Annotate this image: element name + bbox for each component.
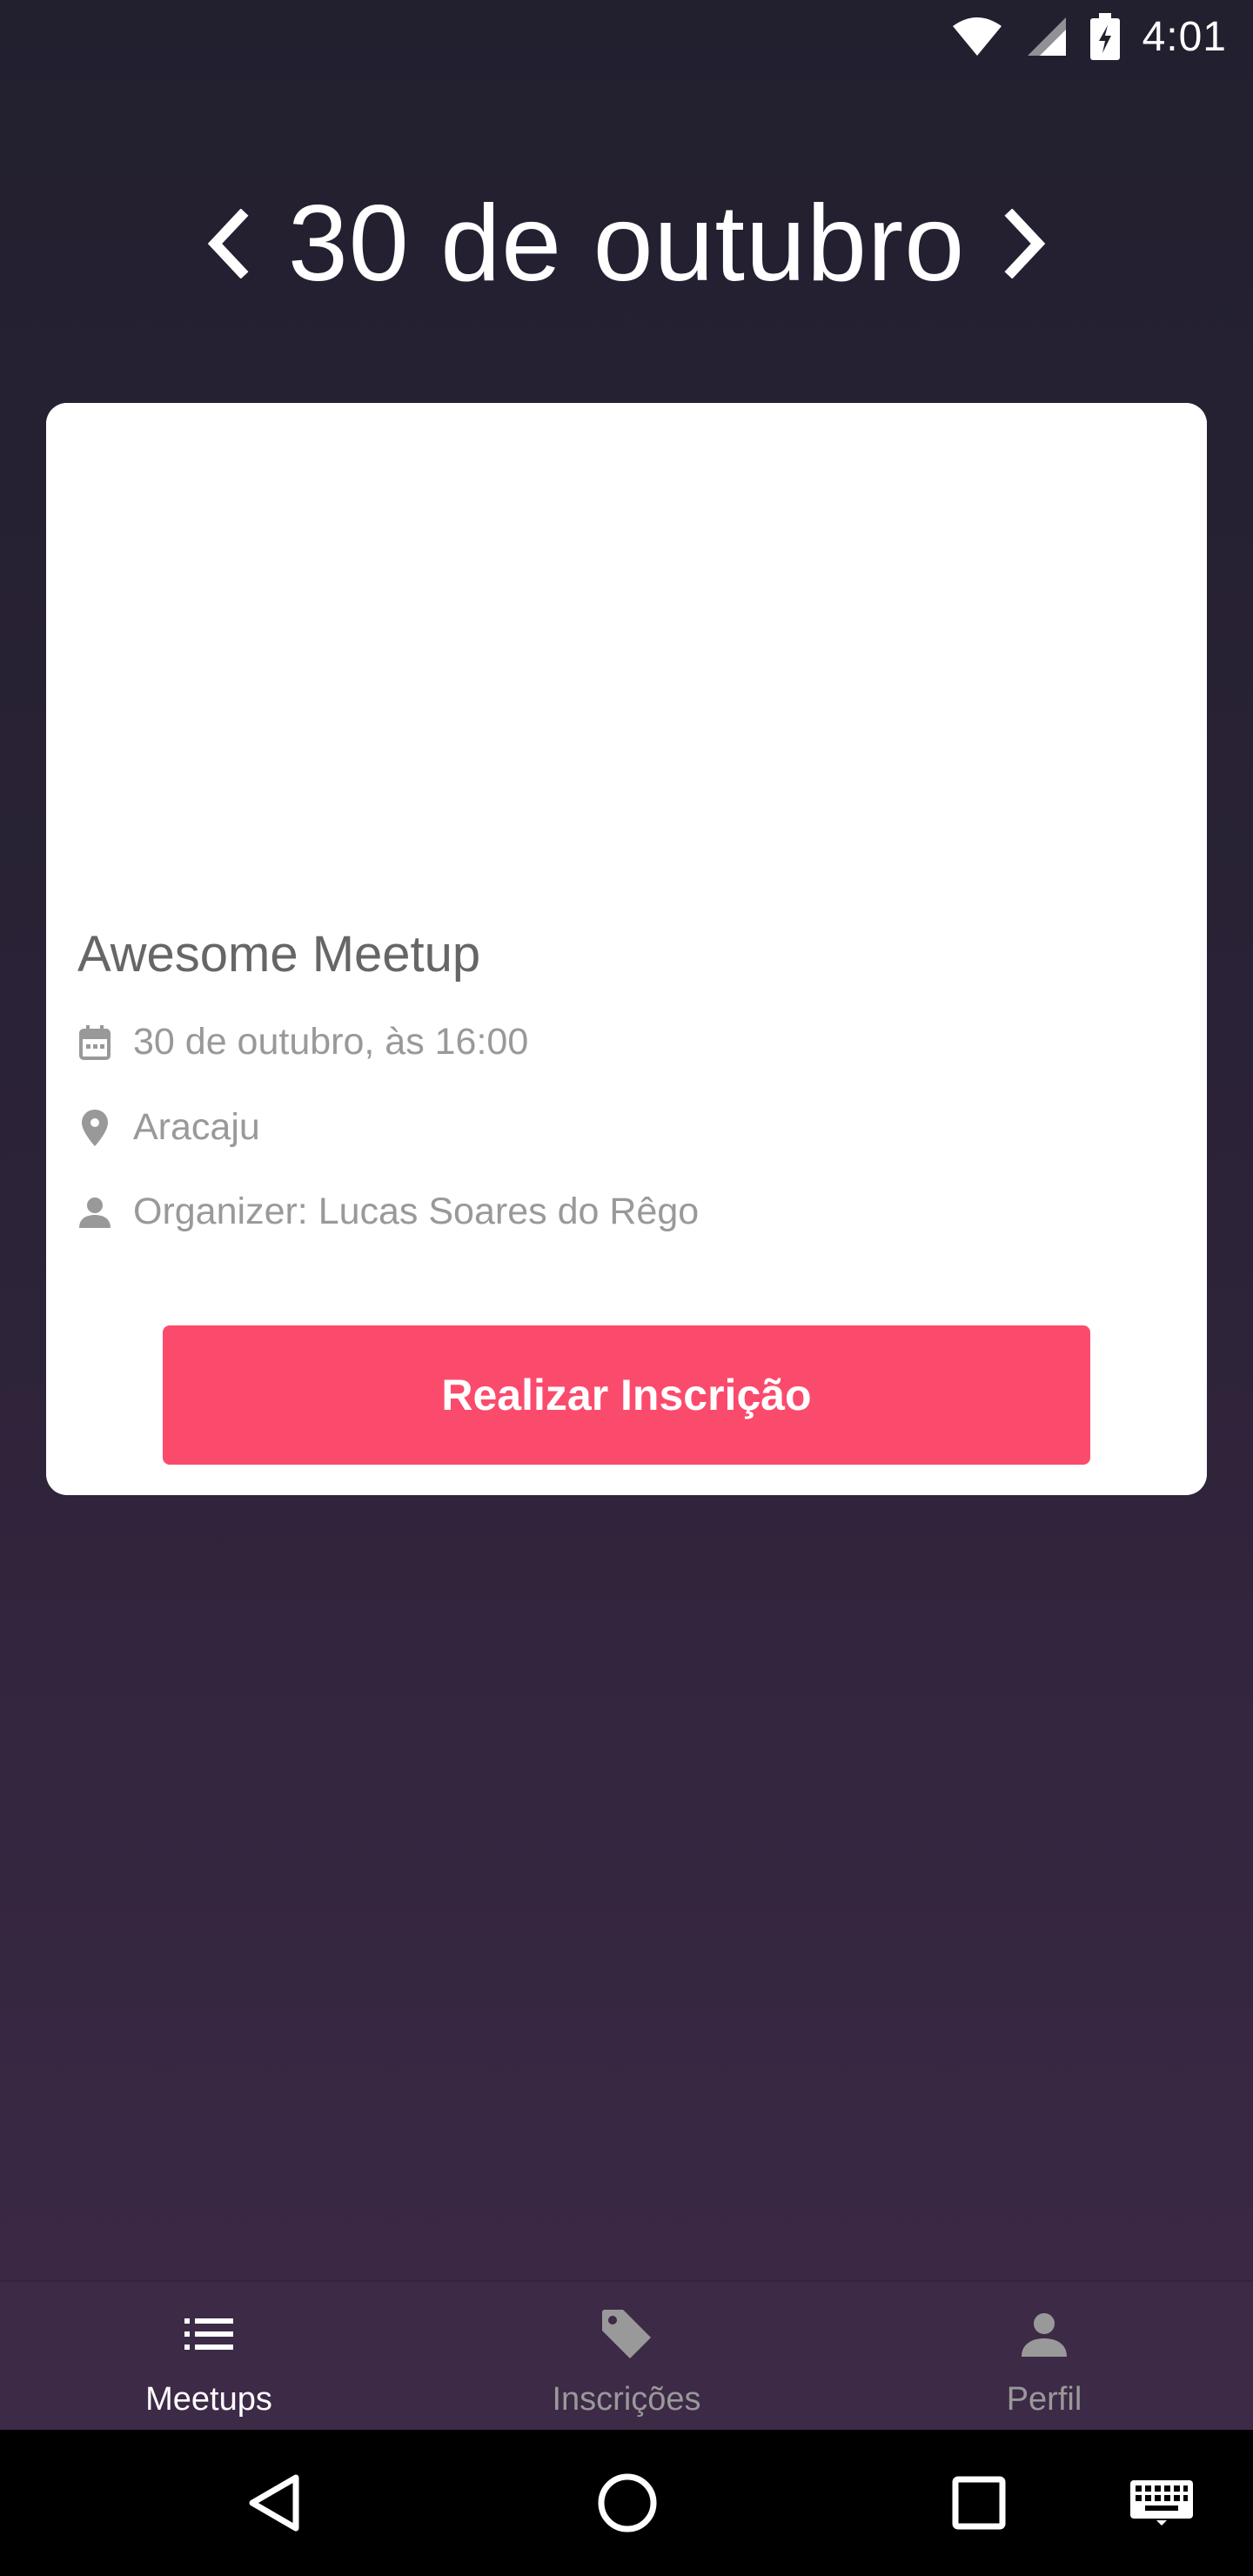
tab-label: Perfil [1006,2381,1082,2418]
person-icon [1022,2306,1067,2362]
chevron-right-icon [1004,209,1046,278]
keyboard-button[interactable] [1122,2430,1201,2576]
recents-button[interactable] [940,2430,1018,2576]
back-button[interactable] [235,2430,313,2576]
bottom-tab-bar: Meetups Inscrições Perfil [0,2280,1253,2430]
meetup-location: Aracaju [133,1106,260,1148]
meetup-organizer-row: Organizer: Lucas Soares do Rêgo [77,1191,699,1233]
person-icon [77,1195,112,1230]
tab-perfil[interactable]: Perfil [835,2282,1253,2430]
home-circle-icon [598,2473,657,2532]
location-pin-icon [77,1109,112,1146]
meetup-title: Awesome Meetup [77,926,481,983]
meetup-card: Awesome Meetup 30 de outubro, às 16:00 A… [46,403,1207,1495]
meetup-location-row: Aracaju [77,1106,260,1149]
status-time: 4:01 [1142,13,1227,60]
next-day-button[interactable] [986,191,1064,296]
chevron-left-icon [207,209,249,278]
tab-meetups[interactable]: Meetups [0,2282,418,2430]
home-button[interactable] [588,2430,667,2576]
page-title: 30 de outubro [287,184,966,304]
tab-inscricoes[interactable]: Inscrições [418,2282,835,2430]
keyboard-icon [1130,2480,1193,2526]
back-triangle-icon [249,2474,299,2532]
cell-signal-icon [1026,16,1068,57]
previous-day-button[interactable] [189,191,267,296]
meetup-date-row: 30 de outubro, às 16:00 [77,1021,528,1063]
recents-square-icon [952,2476,1006,2530]
meetup-banner-image [46,403,1207,890]
tab-label: Meetups [145,2381,272,2418]
tag-icon [600,2306,653,2362]
app-screen: 4:01 30 de outubro Awesome Meetup 30 de … [0,0,1253,2576]
subscribe-button[interactable]: Realizar Inscrição [163,1325,1090,1465]
list-icon [184,2306,233,2362]
system-navigation-bar [0,2430,1253,2576]
date-navigator: 30 de outubro [0,174,1253,313]
status-bar: 4:01 [0,0,1253,73]
meetup-organizer: Organizer: Lucas Soares do Rêgo [133,1191,700,1232]
battery-charging-icon [1089,13,1120,60]
calendar-icon [77,1024,112,1060]
wifi-icon [951,16,1003,57]
meetup-date: 30 de outubro, às 16:00 [133,1021,529,1063]
tab-label: Inscrições [552,2381,701,2418]
